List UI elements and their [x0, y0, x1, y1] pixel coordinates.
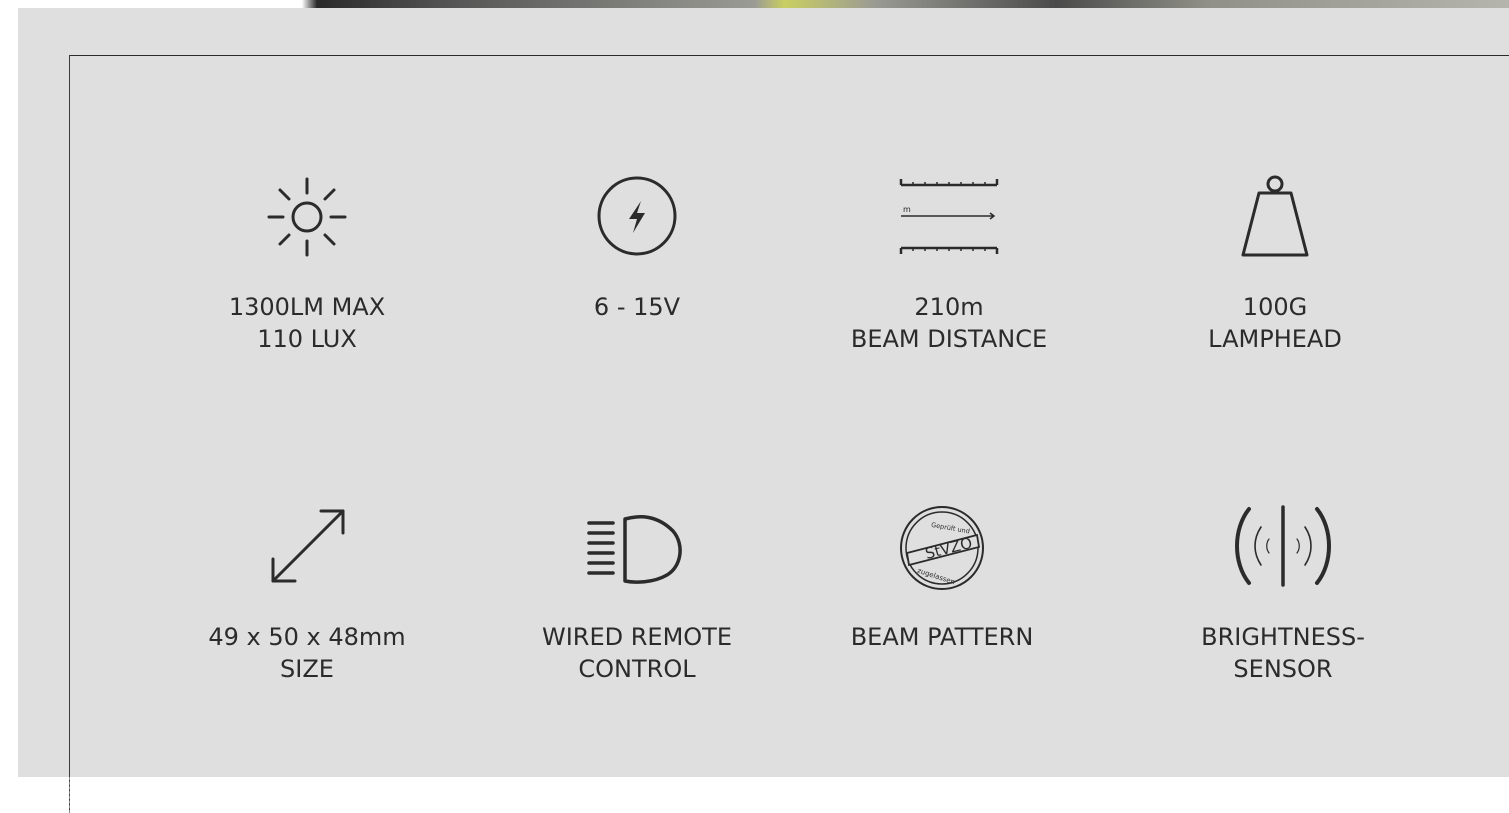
sun-icon — [157, 175, 457, 265]
feature-line-1: BEAM PATTERN — [850, 623, 1034, 651]
feature-label: 1300LM MAX 110 LUX — [157, 291, 457, 355]
panel-top-rule — [70, 55, 1509, 56]
feature-label: BRIGHTNESS- SENSOR — [1133, 621, 1433, 685]
feature-label: WIRED REMOTE CONTROL — [487, 621, 787, 685]
feature-label: 100G LAMPHEAD — [1125, 291, 1425, 355]
weight-icon — [1125, 175, 1425, 265]
feature-label: 6 - 15V — [487, 291, 787, 323]
feature-line-1: 49 x 50 x 48mm — [208, 623, 406, 651]
feature-line-1: 6 - 15V — [593, 293, 681, 321]
brightness-sensor-icon — [1133, 505, 1433, 595]
feature-line-2: SIZE — [280, 655, 334, 683]
feature-label: 210m BEAM DISTANCE — [799, 291, 1099, 355]
feature-line-2: BEAM DISTANCE — [850, 325, 1048, 353]
feature-label: BEAM PATTERN — [792, 621, 1092, 653]
feature-line-2: 110 LUX — [257, 325, 357, 353]
seal-main-text: StVZO — [923, 534, 974, 563]
feature-line-2: LAMPHEAD — [1208, 325, 1342, 353]
feature-line-2: SENSOR — [1233, 655, 1333, 683]
panel-left-rule-tail — [69, 777, 70, 813]
product-photo-strip — [0, 0, 1509, 8]
feature-line-1: 210m — [914, 293, 984, 321]
feature-line-1: 1300LM MAX — [228, 293, 386, 321]
headlight-icon — [487, 505, 787, 595]
panel-left-rule — [69, 55, 70, 813]
feature-line-1: 100G — [1242, 293, 1308, 321]
expand-arrows-icon — [157, 505, 457, 595]
feature-label: 49 x 50 x 48mm SIZE — [157, 621, 457, 685]
feature-line-1: BRIGHTNESS- — [1201, 623, 1365, 651]
page: 1300LM MAX 110 LUX 6 - 15V m 210m BEAM D… — [0, 0, 1509, 813]
feature-line-1: WIRED REMOTE — [541, 623, 733, 651]
lightning-bolt-icon — [487, 175, 787, 265]
feature-line-2: CONTROL — [578, 655, 696, 683]
stvzo-seal-icon: StVZO Geprüft und zugelassen — [792, 505, 1092, 595]
seal-top-text: Geprüft und — [931, 521, 971, 536]
beam-distance-icon: m — [799, 175, 1099, 265]
beam-distance-unit: m — [903, 205, 911, 214]
